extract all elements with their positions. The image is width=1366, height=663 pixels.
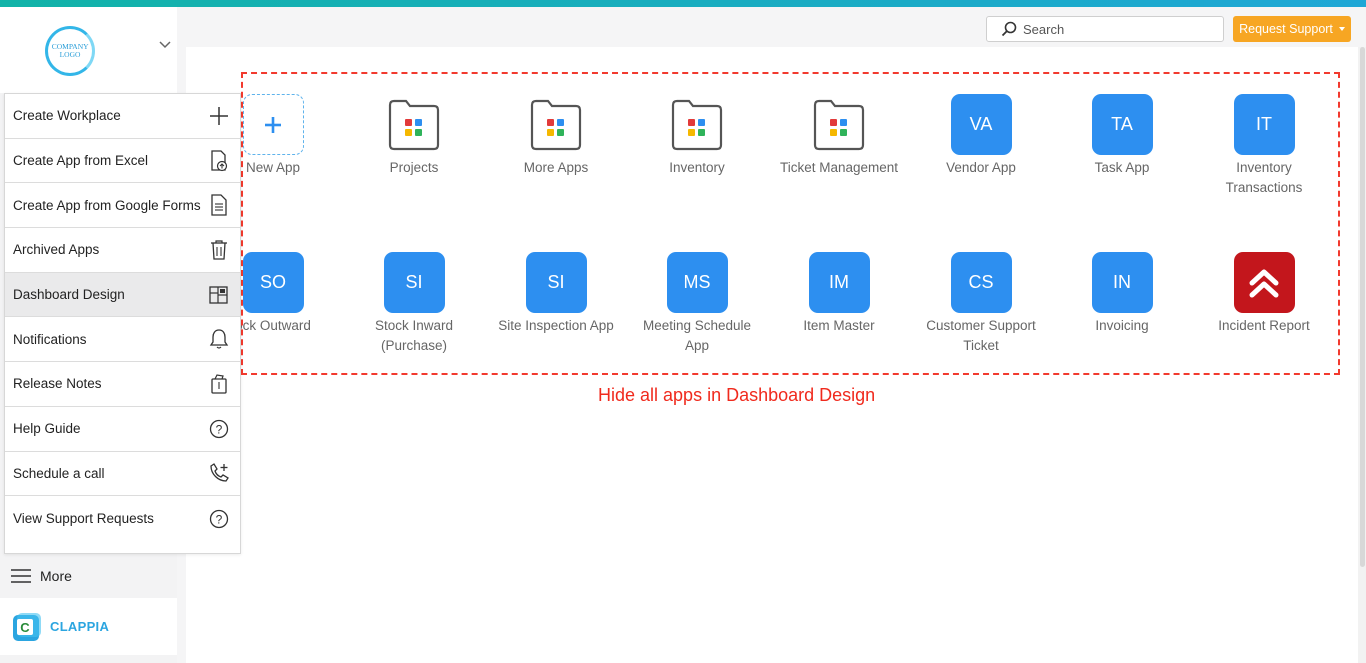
svg-text:C: C [20, 620, 30, 635]
request-support-button[interactable]: Request Support [1233, 16, 1351, 42]
menu-item-create-app-google-forms[interactable]: Create App from Google Forms [5, 183, 240, 229]
plus-icon [208, 105, 230, 127]
menu-item-help-guide[interactable]: Help Guide ? [5, 407, 240, 452]
menu-item-label: Create App from Excel [13, 153, 149, 169]
annotation-dashed-box [241, 72, 1340, 375]
release-notes-icon [208, 373, 230, 395]
menu-item-view-support-requests[interactable]: View Support Requests ? [5, 496, 240, 541]
menu-item-archived-apps[interactable]: Archived Apps [5, 228, 240, 273]
menu-item-release-notes[interactable]: Release Notes [5, 362, 240, 407]
menu-item-label: Dashboard Design [13, 287, 125, 303]
menu-item-label: Create Workplace [13, 108, 121, 124]
svg-text:?: ? [216, 422, 223, 436]
menu-item-create-app-excel[interactable]: Create App from Excel [5, 139, 240, 184]
chevron-down-icon[interactable] [159, 41, 171, 49]
request-support-label: Request Support [1239, 22, 1333, 36]
menu-item-label: Create App from Google Forms [13, 197, 201, 213]
menu-item-notifications[interactable]: Notifications [5, 317, 240, 363]
menu-item-label: Notifications [13, 331, 87, 347]
more-label: More [40, 568, 72, 584]
search-input[interactable]: Search [986, 16, 1224, 42]
menu-item-label: Archived Apps [13, 242, 100, 258]
svg-text:?: ? [216, 512, 223, 526]
clappia-brand[interactable]: C CLAPPIA [0, 598, 177, 655]
menu-item-dashboard-design[interactable]: Dashboard Design [5, 272, 240, 318]
document-icon [208, 194, 230, 216]
file-upload-icon [208, 149, 230, 172]
top-accent-bar [0, 0, 1366, 7]
menu-item-create-workplace[interactable]: Create Workplace [5, 94, 240, 139]
menu-item-label: Schedule a call [13, 465, 105, 481]
menu-item-label: Help Guide [13, 421, 81, 437]
hamburger-icon [11, 569, 31, 583]
search-placeholder: Search [1023, 21, 1065, 37]
brand-name: CLAPPIA [50, 619, 110, 634]
scrollbar-thumb[interactable] [1360, 47, 1365, 567]
question-icon: ? [208, 508, 230, 530]
caret-down-icon [1338, 27, 1345, 31]
dashboard-icon [208, 284, 230, 306]
workplace-switcher[interactable]: COMPANY LOGO [0, 7, 177, 93]
menu-item-schedule-call[interactable]: Schedule a call [5, 452, 240, 497]
menu-item-label: View Support Requests [13, 511, 154, 527]
phone-plus-icon [208, 462, 230, 484]
trash-icon [208, 239, 230, 261]
search-icon [1001, 21, 1017, 37]
question-icon: ? [208, 418, 230, 440]
more-menu-button[interactable]: More [0, 555, 177, 597]
bell-icon [208, 328, 230, 350]
more-dropdown-menu: Create Workplace Create App from Excel C… [4, 93, 241, 554]
annotation-hint: Hide all apps in Dashboard Design [598, 385, 876, 405]
company-logo-text: COMPANY LOGO [51, 42, 89, 59]
top-header: Search Request Support [186, 7, 1366, 47]
company-logo: COMPANY LOGO [45, 26, 95, 76]
clappia-logo-icon: C [13, 612, 41, 641]
menu-item-label: Release Notes [13, 376, 102, 392]
